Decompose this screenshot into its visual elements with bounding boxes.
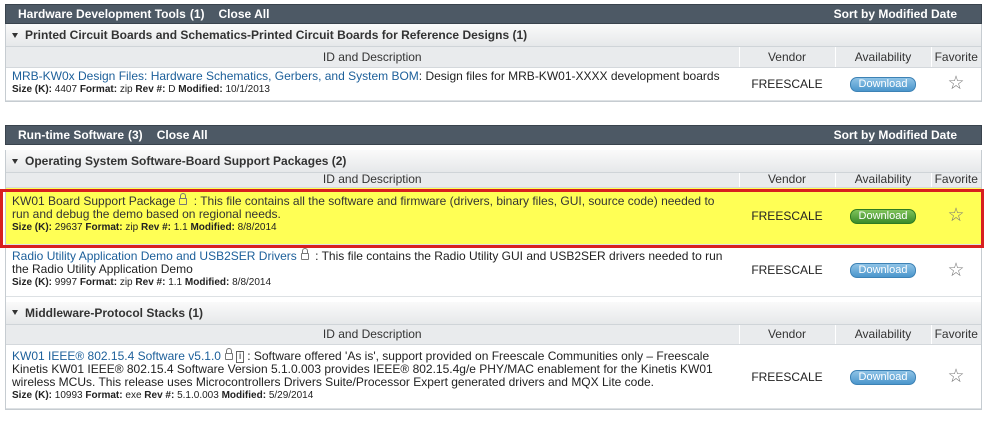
col-favorite: Favorite bbox=[931, 173, 981, 188]
row-vendor: FREESCALE bbox=[739, 187, 835, 245]
runtime-section-header: Run-time Software (3) Close All Sort by … bbox=[5, 125, 982, 145]
runtime-section-body: Operating System Software-Board Support … bbox=[5, 150, 982, 410]
hardware-section: Hardware Development Tools (1) Close All… bbox=[5, 4, 982, 102]
row-vendor: FREESCALE bbox=[739, 67, 835, 101]
hardware-section-title: Hardware Development Tools bbox=[18, 7, 186, 21]
lock-icon bbox=[179, 193, 188, 205]
favorite-star-icon[interactable]: ☆ bbox=[947, 366, 964, 387]
row-description: Radio Utility Application Demo and USB2S… bbox=[6, 244, 739, 297]
runtime-section-title: Run-time Software bbox=[18, 128, 125, 142]
col-vendor: Vendor bbox=[739, 47, 836, 68]
col-favorite: Favorite bbox=[931, 47, 981, 68]
pcb-table: ID and Description Vendor Availability F… bbox=[6, 47, 981, 101]
item-title-link[interactable]: Radio Utility Application Demo and USB2S… bbox=[12, 249, 297, 263]
table-row: KW01 Board Support Package : This file c… bbox=[6, 187, 981, 245]
bsp-table: ID and Description Vendor Availability F… bbox=[6, 173, 981, 297]
table-row: MRB-KW0x Design Files: Hardware Schemati… bbox=[6, 67, 981, 101]
pcb-group-title: Printed Circuit Boards and Schematics-Pr… bbox=[25, 28, 528, 42]
row-favorite: ☆ bbox=[931, 187, 981, 245]
row-availability: Download bbox=[835, 187, 931, 245]
col-availability: Availability bbox=[835, 324, 932, 345]
bsp-group-header[interactable]: Operating System Software-Board Support … bbox=[6, 150, 981, 173]
col-id-description: ID and Description bbox=[6, 173, 740, 188]
middleware-group-header[interactable]: Middleware-Protocol Stacks (1) bbox=[6, 301, 981, 325]
row-availability: Download bbox=[835, 344, 931, 409]
row-favorite: ☆ bbox=[931, 244, 981, 297]
lock-icon bbox=[224, 347, 233, 360]
col-vendor: Vendor bbox=[739, 173, 836, 188]
item-meta: Size (K): 9997 Format: zip Rev #: 1.1 Mo… bbox=[12, 276, 272, 288]
hardware-section-header: Hardware Development Tools (1) Close All… bbox=[5, 4, 982, 24]
favorite-star-icon[interactable]: ☆ bbox=[947, 73, 964, 94]
col-id-description: ID and Description bbox=[6, 47, 740, 68]
favorite-star-icon[interactable]: ☆ bbox=[947, 205, 964, 226]
item-desc: : Design files for MRB-KW01-XXXX develop… bbox=[418, 68, 720, 83]
col-vendor: Vendor bbox=[739, 324, 836, 345]
download-button[interactable]: Download bbox=[850, 263, 916, 278]
item-meta: Size (K): 10993 Format: exe Rev #: 5.1.0… bbox=[12, 389, 314, 401]
row-description: KW01 IEEE® 802.15.4 Software v5.1.0 i: So… bbox=[6, 344, 739, 409]
lock-icon bbox=[300, 247, 309, 260]
row-availability: Download bbox=[835, 67, 931, 101]
col-favorite: Favorite bbox=[931, 324, 981, 345]
bsp-group-title: Operating System Software-Board Support … bbox=[25, 154, 347, 168]
item-meta: Size (K): 29637 Format: zip Rev #: 1.1 M… bbox=[12, 222, 277, 233]
hardware-close-all-link[interactable]: Close All bbox=[219, 7, 270, 21]
download-button[interactable]: Download bbox=[850, 76, 916, 92]
table-row: Radio Utility Application Demo and USB2S… bbox=[6, 244, 981, 297]
row-vendor: FREESCALE bbox=[739, 344, 835, 409]
collapse-triangle-icon[interactable] bbox=[12, 32, 18, 38]
row-description: KW01 Board Support Package : This file c… bbox=[6, 187, 739, 245]
col-availability: Availability bbox=[835, 173, 932, 188]
hardware-sort-link[interactable]: Sort by Modified Date bbox=[834, 7, 957, 21]
download-button[interactable]: Download bbox=[850, 369, 916, 385]
table-row: KW01 IEEE® 802.15.4 Software v5.1.0 i: So… bbox=[6, 344, 981, 409]
collapse-triangle-icon[interactable] bbox=[12, 158, 18, 164]
runtime-sort-link[interactable]: Sort by Modified Date bbox=[834, 128, 957, 142]
row-vendor: FREESCALE bbox=[739, 244, 835, 297]
row-favorite: ☆ bbox=[931, 67, 981, 101]
item-title-link[interactable]: KW01 IEEE® 802.15.4 Software v5.1.0 bbox=[12, 349, 221, 363]
runtime-section: Run-time Software (3) Close All Sort by … bbox=[5, 125, 982, 410]
row-availability: Download bbox=[835, 244, 931, 297]
pcb-group-header[interactable]: Printed Circuit Boards and Schematics-Pr… bbox=[6, 24, 981, 47]
favorite-star-icon[interactable]: ☆ bbox=[947, 260, 964, 281]
collapse-triangle-icon[interactable] bbox=[12, 310, 18, 315]
item-meta: Size (K): 4407 Format: zip Rev #: D Modi… bbox=[12, 83, 270, 95]
col-id-description: ID and Description bbox=[6, 324, 740, 345]
col-availability: Availability bbox=[835, 47, 932, 68]
item-title-link[interactable]: KW01 Board Support Package bbox=[12, 194, 175, 208]
runtime-close-all-link[interactable]: Close All bbox=[157, 128, 208, 142]
item-title-link[interactable]: MRB-KW0x Design Files: Hardware Schemati… bbox=[12, 69, 419, 83]
row-favorite: ☆ bbox=[931, 344, 981, 409]
download-button[interactable]: Download bbox=[850, 208, 916, 224]
row-description: MRB-KW0x Design Files: Hardware Schemati… bbox=[6, 67, 739, 101]
middleware-table: ID and Description Vendor Availability F… bbox=[6, 324, 981, 409]
middleware-group-title: Middleware-Protocol Stacks (1) bbox=[25, 305, 204, 320]
runtime-section-count: (3) bbox=[128, 128, 143, 142]
hardware-section-count: (1) bbox=[189, 7, 205, 21]
hardware-section-body: Printed Circuit Boards and Schematics-Pr… bbox=[5, 24, 982, 102]
